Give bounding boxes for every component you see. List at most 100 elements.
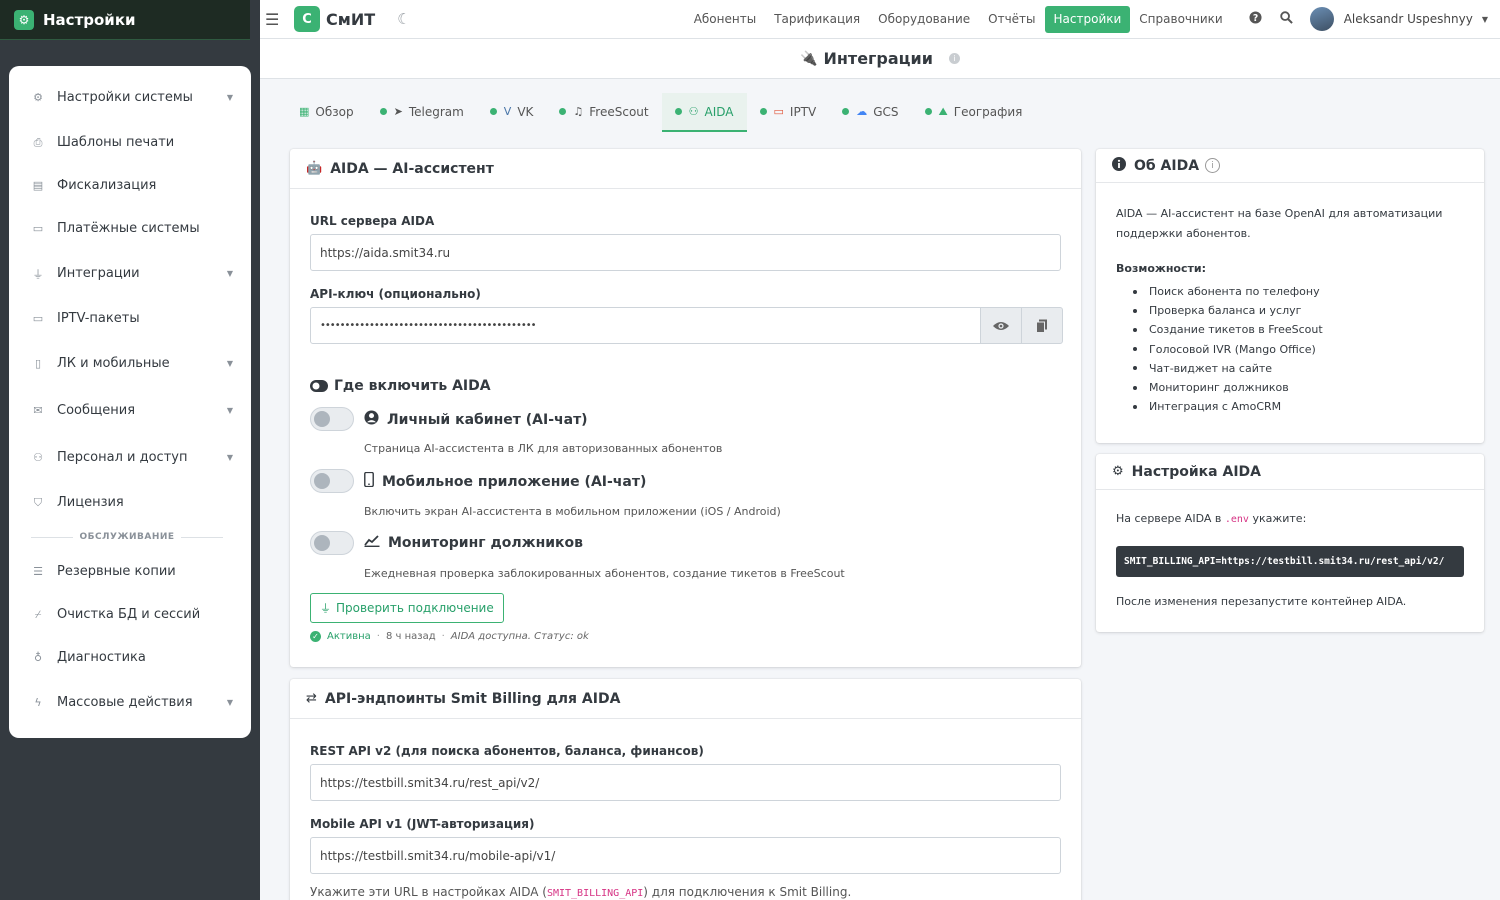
sidebar: ⚙ Настройки ⚙ Настройки системы ▼ ⎙ Шаблоны …: [0, 0, 260, 900]
toggle-mobile-chat[interactable]: [310, 469, 354, 493]
user-name: Aleksandr Uspeshnyy: [1343, 12, 1473, 26]
shield-icon: ⛉: [33, 495, 43, 509]
robot-icon: 🤖: [306, 161, 323, 176]
gear-icon: ⚙: [1112, 464, 1124, 479]
user-circle-icon: [364, 410, 379, 429]
sidebar-item-label: Фискализация: [57, 178, 157, 193]
sidebar-item-label: Массовые действия: [57, 695, 193, 710]
tab-label: Telegram: [408, 104, 464, 119]
info-circle-icon: [1112, 156, 1126, 175]
toggle-lk-chat[interactable]: [310, 407, 354, 431]
app-name[interactable]: СмИТ: [326, 10, 375, 29]
rest-api-label: REST API v2 (для поиска абонентов, балан…: [310, 744, 704, 758]
headset-icon: ♫: [573, 105, 584, 118]
gear-icon: ⚙: [14, 9, 34, 30]
sidebar-section-header: ОБСЛУЖИВАНИЕ: [9, 524, 251, 550]
sidebar-item-0[interactable]: ⚙ Настройки системы ▼: [9, 74, 251, 121]
setup-instructions: На сервере AIDA в .env укажите:: [1116, 512, 1306, 525]
moon-icon[interactable]: ☾: [397, 10, 410, 28]
test-connection-button[interactable]: ⏚ Проверить подключение: [310, 593, 504, 623]
hamburger-icon[interactable]: ☰: [265, 10, 285, 29]
sidebar-item-6[interactable]: ▯ ЛК и мобильные ▼: [9, 340, 251, 387]
where-enable-text: Где включить AIDA: [334, 378, 491, 394]
status-dot: [489, 108, 497, 115]
aida-url-input[interactable]: https://aida.smit34.ru: [310, 234, 1061, 271]
sidebar-item-3[interactable]: ▭ Платёжные системы: [9, 207, 251, 250]
sidebar-item-7[interactable]: ✉ Сообщения ▼: [9, 387, 251, 434]
feature-item: Поиск абонента по телефону: [1133, 282, 1323, 301]
check-circle-icon: ✓: [310, 631, 321, 642]
sidebar-item-5[interactable]: ▭ IPTV-пакеты: [9, 297, 251, 340]
info-icon[interactable]: i: [948, 53, 960, 64]
tab-label: IPTV: [789, 104, 817, 119]
sidebar-item-1[interactable]: ⌿ Очистка БД и сессий: [9, 593, 251, 636]
status-dot: [379, 108, 387, 115]
card-title: Настройка AIDA: [1131, 463, 1262, 480]
tab-0[interactable]: ▦ Обзор: [286, 93, 367, 132]
mobile-api-input[interactable]: https://testbill.smit34.ru/mobile-api/v1…: [310, 837, 1061, 874]
tab-6[interactable]: ☁ GCS: [829, 93, 911, 132]
nav-otchety[interactable]: Отчёты: [979, 6, 1044, 33]
sidebar-item-9[interactable]: ⛉ Лицензия: [9, 481, 251, 524]
feature-item: Мониторинг должников: [1133, 378, 1323, 397]
tab-3[interactable]: ♫ FreeScout: [546, 93, 661, 132]
sidebar-item-3[interactable]: ϟ Массовые действия ▼: [9, 679, 251, 726]
sidebar-brand[interactable]: ⚙ Настройки: [0, 0, 250, 40]
feature-item: Чат-виджет на сайте: [1133, 359, 1323, 378]
sidebar-item-0[interactable]: ☰ Резервные копии: [9, 550, 251, 593]
api-key-input[interactable]: ••••••••••••••••••••••••••••••••••••••••…: [310, 307, 981, 344]
chart-line-icon: [364, 534, 380, 551]
search-icon[interactable]: [1271, 10, 1302, 28]
tab-label: GCS: [873, 104, 899, 119]
show-key-button[interactable]: [980, 307, 1022, 344]
hint-code: SMIT_BILLING_API: [546, 888, 644, 899]
copy-key-button[interactable]: [1021, 307, 1063, 344]
sidebar-item-label: Настройки системы: [57, 90, 193, 105]
nav-spravochniki[interactable]: Справочники: [1130, 6, 1231, 33]
chevron-down-icon: ▼: [226, 359, 233, 368]
sidebar-item-1[interactable]: ⎙ Шаблоны печати: [9, 121, 251, 164]
section-label: ОБСЛУЖИВАНИЕ: [79, 532, 175, 542]
hint-text-2: ) для подключения к Smit Billing.: [643, 885, 852, 899]
api-key-label: API-ключ (опционально): [310, 287, 481, 301]
eye-icon: [993, 321, 1009, 330]
sidebar-item-2[interactable]: ♁ Диагностика: [9, 636, 251, 679]
sidebar-item-label: Персонал и доступ: [57, 450, 188, 465]
config-code-block[interactable]: SMIT_BILLING_API=https://testbill.smit34…: [1116, 546, 1464, 577]
help-icon[interactable]: ?: [1240, 10, 1271, 28]
cogs-icon: ⚙: [33, 91, 43, 104]
feature-item: Проверка баланса и услуг: [1133, 301, 1323, 320]
status-dot: [842, 108, 850, 115]
status-time: 8 ч назад: [385, 631, 436, 642]
sidebar-item-label: IPTV-пакеты: [57, 311, 140, 326]
sidebar-item-2[interactable]: ▤ Фискализация: [9, 164, 251, 207]
sidebar-item-label: Интеграции: [57, 266, 140, 281]
tab-4[interactable]: ⚇ AIDA: [661, 93, 747, 132]
sidebar-item-label: Очистка БД и сессий: [57, 607, 201, 622]
nav-abonenty[interactable]: Абоненты: [685, 6, 766, 33]
tab-2[interactable]: ᐯ VK: [477, 93, 547, 132]
feature-item: Создание тикетов в FreeScout: [1133, 320, 1323, 339]
rest-api-input[interactable]: https://testbill.smit34.ru/rest_api/v2/: [310, 764, 1061, 801]
sidebar-item-8[interactable]: ⚇ Персонал и доступ ▼: [9, 434, 251, 481]
env-code: .env: [1224, 514, 1249, 525]
topbar: ☰ С СмИТ ☾ Абоненты Тарификация Оборудов…: [260, 0, 1500, 39]
nav-oborudovanie[interactable]: Оборудование: [869, 6, 979, 33]
toggle-debtors[interactable]: [310, 531, 354, 555]
tab-1[interactable]: ➤ Telegram: [367, 93, 477, 132]
toggle-mobile-label: Мобильное приложение (AI-чат): [364, 471, 646, 491]
sidebar-item-4[interactable]: ⏚ Интеграции ▼: [9, 250, 251, 297]
tab-5[interactable]: ▭ IPTV: [747, 93, 830, 132]
info-icon[interactable]: i: [1205, 158, 1221, 173]
card-title: AIDA — AI-ассистент: [330, 160, 494, 177]
app-logo[interactable]: С: [294, 6, 320, 32]
toggle-debtors-label: Мониторинг должников: [364, 534, 583, 551]
features-title: Возможности:: [1116, 262, 1206, 275]
nav-tarifikatsiya[interactable]: Тарификация: [765, 6, 869, 33]
tab-label: VK: [517, 104, 534, 119]
nav-nastroyki[interactable]: Настройки: [1044, 5, 1131, 33]
tab-7[interactable]: ⛰ География: [912, 93, 1036, 132]
mobile-api-label: Mobile API v1 (JWT-авторизация): [310, 817, 535, 831]
user-menu[interactable]: Aleksandr Uspeshnyy ▼: [1309, 7, 1488, 31]
map-icon: ⛰: [938, 104, 948, 118]
